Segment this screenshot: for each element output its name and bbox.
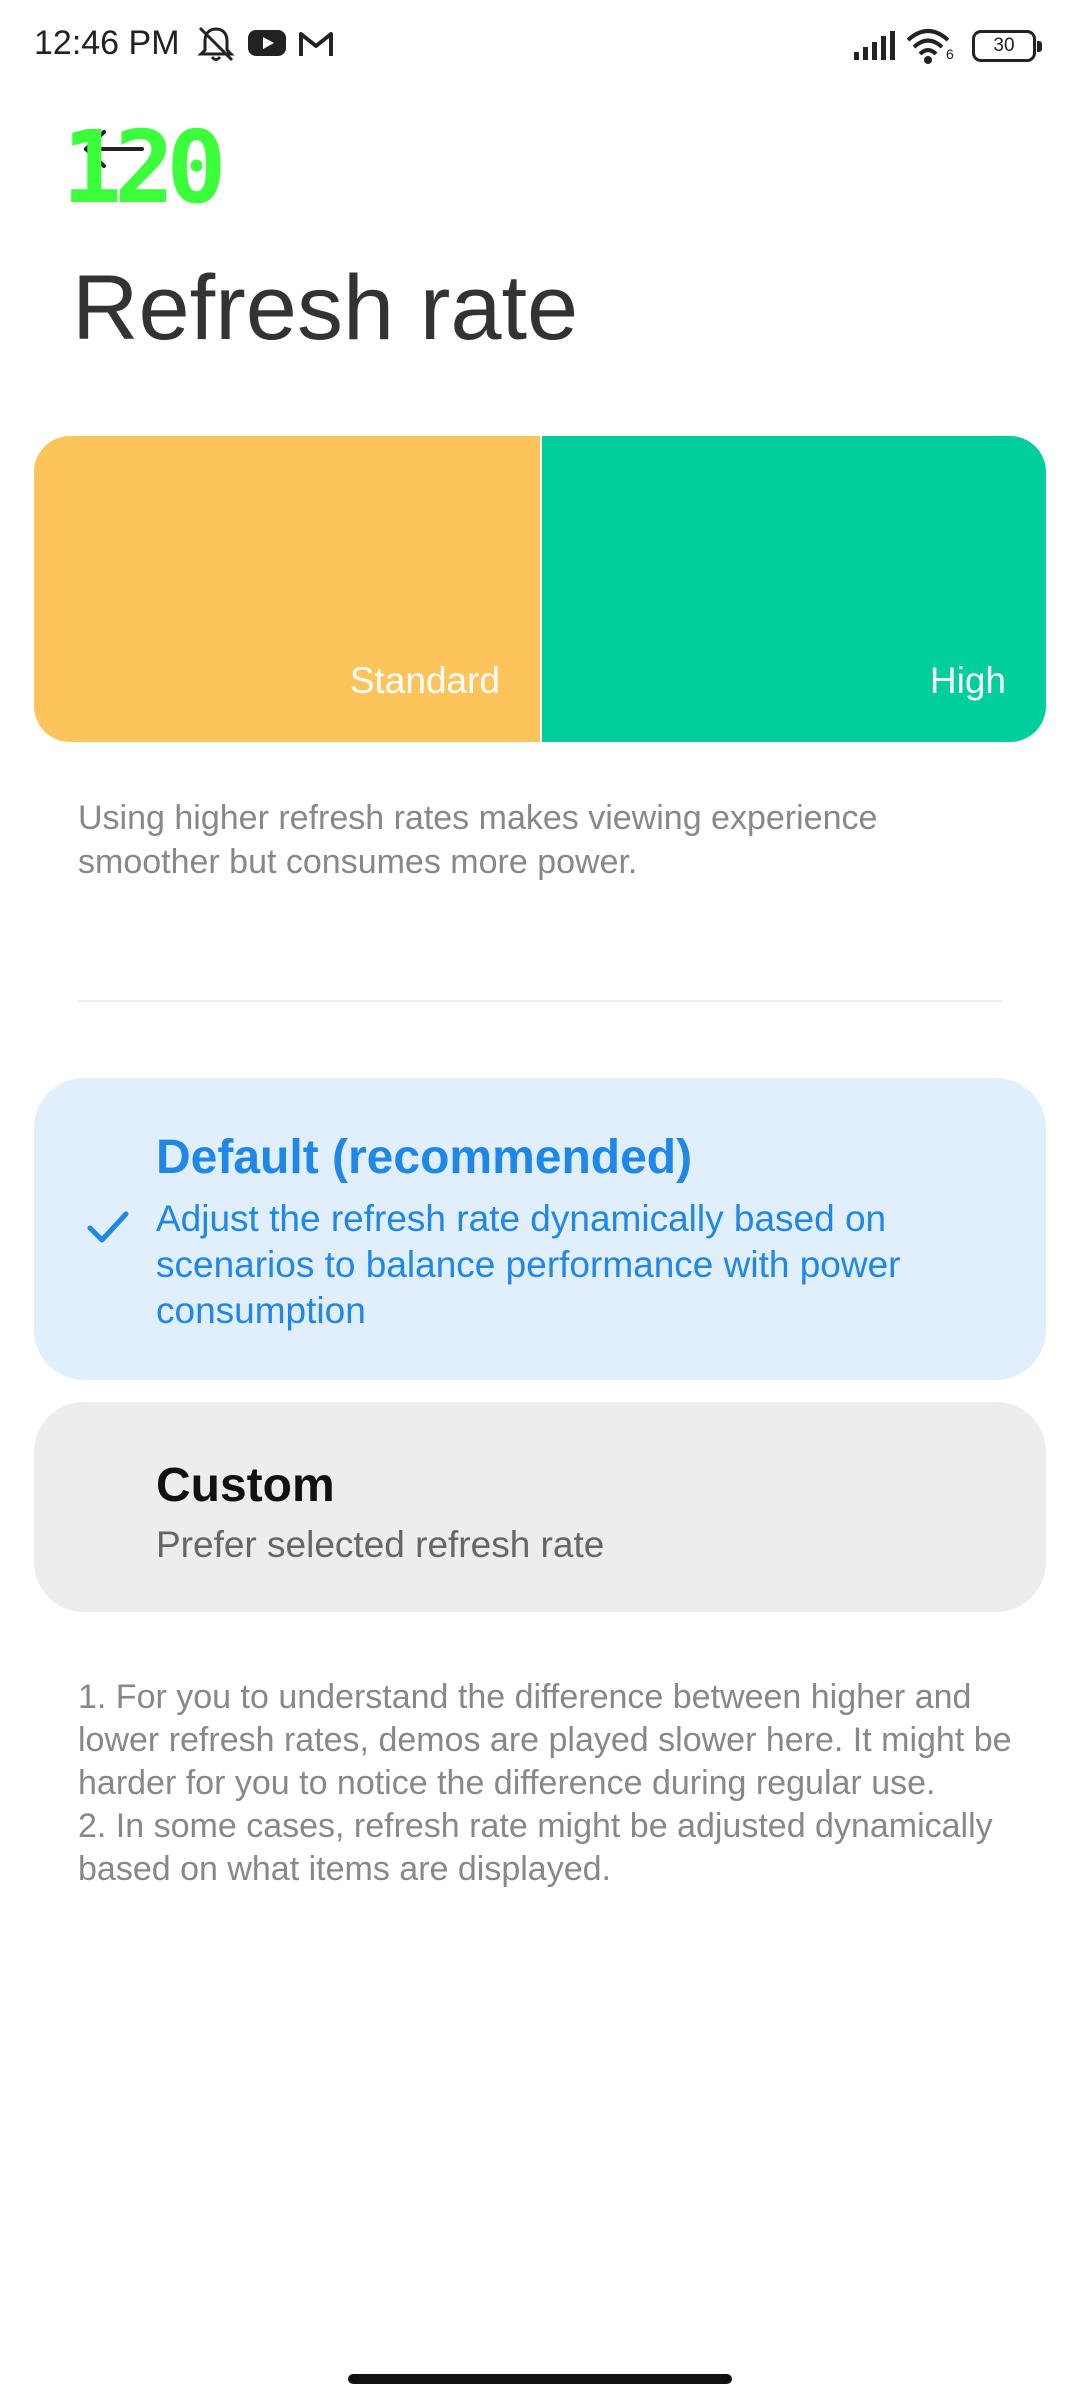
demo-high-label: High [929, 660, 1006, 701]
footnotes: 1. For you to understand the difference … [78, 1676, 1018, 1891]
option-description: Adjust the refresh rate dynamically base… [156, 1198, 901, 1331]
option-default-recommended[interactable]: Default (recommended) Adjust the refresh… [34, 1078, 1046, 1380]
youtube-icon [248, 30, 286, 56]
option-title: Default (recommended) [156, 1131, 693, 1184]
option-title: Custom [156, 1459, 335, 1512]
signal-icon [854, 31, 895, 60]
battery-level: 30 [993, 35, 1015, 56]
refresh-rate-screen: 12:46 PM 6 30 120 Refresh rate Standard … [0, 0, 1080, 2400]
footnote-item: 2. In some cases, refresh rate might be … [78, 1807, 993, 1888]
wifi-standard-badge: 6 [946, 46, 954, 62]
option-custom[interactable]: Custom Prefer selected refresh rate [34, 1402, 1046, 1612]
demo-standard-label: Standard [349, 660, 500, 701]
gmail-icon [299, 32, 333, 56]
status-time: 12:46 PM [34, 24, 180, 62]
battery-icon: 30 [972, 30, 1042, 62]
fps-counter-overlay: 120 [62, 109, 227, 226]
page-title: Refresh rate [72, 257, 579, 359]
option-description: Prefer selected refresh rate [156, 1524, 605, 1565]
demo-standard-pane: Standard [34, 436, 540, 742]
home-indicator[interactable] [348, 2374, 732, 2384]
status-bar: 12:46 PM 6 30 [0, 0, 1080, 96]
checkmark-icon [87, 1211, 129, 1243]
wifi-icon [906, 29, 950, 64]
description-text: Using higher refresh rates makes viewing… [78, 799, 878, 881]
refresh-rate-demo: Standard High [34, 436, 1046, 742]
demo-high-pane: High [542, 436, 1046, 742]
footnote-item: 1. For you to understand the difference … [78, 1678, 1012, 1802]
notifications-muted-icon [197, 26, 235, 62]
divider [78, 1000, 1002, 1002]
